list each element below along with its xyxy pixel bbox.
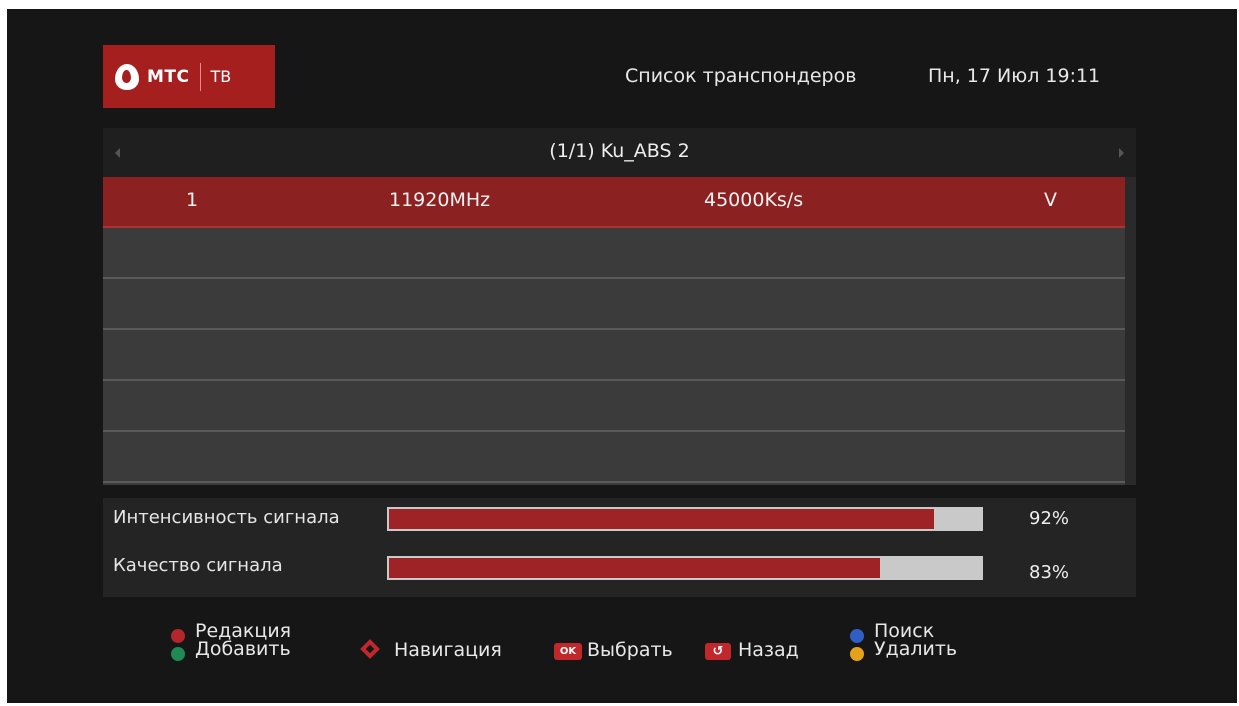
signal-quality-value: 83% bbox=[1029, 562, 1070, 583]
logo-service: ТВ bbox=[210, 67, 232, 86]
navigation-icon bbox=[360, 639, 380, 659]
transponder-list: 1 11920MHz 45000Ks/s V bbox=[103, 177, 1136, 485]
logo-brand: МТС bbox=[147, 66, 190, 87]
transponder-row[interactable]: 1 11920MHz 45000Ks/s V bbox=[103, 177, 1125, 228]
legend-back: Назад bbox=[738, 639, 799, 661]
transponder-frequency: 11920MHz bbox=[389, 189, 491, 211]
signal-quality-label: Качество сигнала bbox=[113, 555, 283, 576]
tv-screen: МТС ТВ Список транспондеров Пн, 17 Июл 1… bbox=[7, 9, 1237, 703]
empty-row[interactable] bbox=[103, 381, 1125, 432]
arrow-right-icon[interactable] bbox=[1119, 148, 1124, 158]
legend-navigation: Навигация bbox=[394, 639, 502, 661]
empty-row[interactable] bbox=[103, 432, 1125, 483]
signal-quality-fill bbox=[389, 558, 880, 578]
mts-egg-icon bbox=[115, 63, 139, 90]
empty-row[interactable] bbox=[103, 279, 1125, 330]
logo-divider bbox=[199, 62, 201, 91]
satellite-selector[interactable]: (1/1) Ku_ABS 2 bbox=[103, 128, 1136, 177]
signal-panel: Интенсивность сигнала 92% Качество сигна… bbox=[103, 498, 1136, 597]
red-button-icon bbox=[171, 629, 185, 643]
ok-button-icon: OK bbox=[554, 643, 582, 660]
transponder-symbol-rate: 45000Ks/s bbox=[704, 189, 804, 211]
signal-strength-label: Интенсивность сигнала bbox=[113, 507, 340, 528]
legend-delete: Удалить bbox=[874, 638, 958, 660]
page-title: Список транспондеров bbox=[625, 65, 857, 87]
transponder-index: 1 bbox=[186, 189, 199, 211]
empty-row[interactable] bbox=[103, 228, 1125, 279]
back-button-icon: ↺ bbox=[705, 643, 731, 660]
signal-strength-fill bbox=[389, 509, 934, 529]
empty-row[interactable] bbox=[103, 330, 1125, 381]
signal-quality-bar bbox=[387, 556, 983, 580]
date-time: Пн, 17 Июл 19:11 bbox=[928, 65, 1101, 87]
signal-strength-bar bbox=[387, 507, 983, 531]
mts-tv-logo: МТС ТВ bbox=[103, 45, 275, 108]
signal-strength-value: 92% bbox=[1029, 508, 1070, 529]
blue-button-icon bbox=[850, 629, 864, 643]
yellow-button-icon bbox=[850, 647, 864, 661]
legend-add: Добавить bbox=[195, 638, 291, 660]
legend-select: Выбрать bbox=[587, 639, 673, 661]
transponder-polarization: V bbox=[1044, 189, 1057, 211]
green-button-icon bbox=[171, 647, 185, 661]
list-scrollbar[interactable] bbox=[1125, 177, 1136, 485]
satellite-name: (1/1) Ku_ABS 2 bbox=[549, 140, 690, 162]
